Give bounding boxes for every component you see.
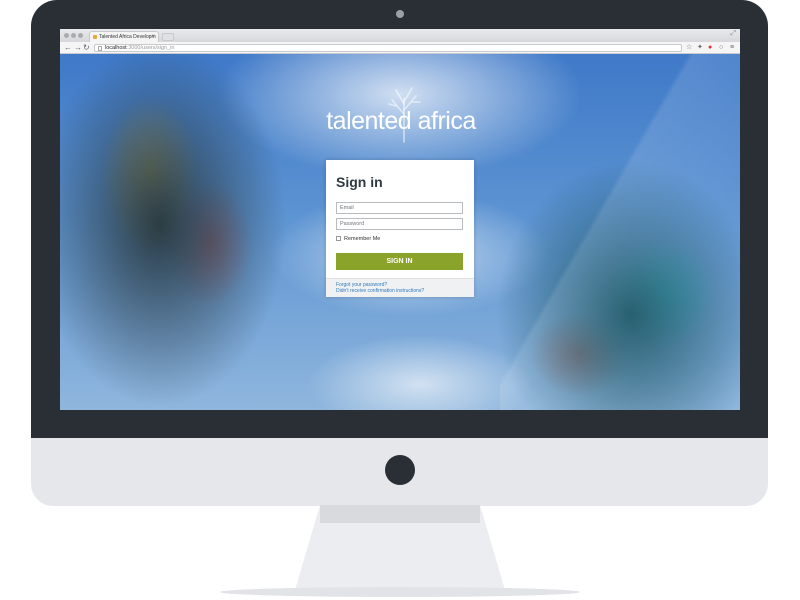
remember-me[interactable]: Remember Me [336,235,380,243]
confirmation-link[interactable]: Didn't receive confirmation instructions… [336,288,424,294]
monitor-base [220,587,580,597]
signin-title: Sign in [336,174,383,190]
email-field[interactable] [336,202,463,214]
screen-glare [500,54,740,410]
tab-strip: Talented Africa Developm × ⤢ [60,29,740,42]
minimize-window-icon[interactable] [71,33,76,38]
power-button [385,455,415,485]
close-window-icon[interactable] [64,33,69,38]
fullscreen-icon[interactable]: ⤢ [730,30,736,38]
signin-card: Sign in Remember Me SIGN IN Forgot your … [326,160,474,297]
stand-shadow [320,505,480,523]
password-field[interactable] [336,218,463,230]
back-icon[interactable]: ← [64,42,72,54]
remember-label: Remember Me [344,236,381,242]
signin-footer: Forgot your password? Didn't receive con… [326,278,474,297]
url-path: :3000/users/sign_in [126,45,175,51]
signin-button[interactable]: SIGN IN [336,253,463,270]
remember-checkbox[interactable] [336,236,341,242]
reload-icon[interactable]: ↻ [83,42,90,54]
favicon-icon [93,35,97,39]
url-host: localhost [105,45,127,51]
browser-tab[interactable]: Talented Africa Developm × [89,31,159,42]
forward-icon[interactable]: → [74,42,82,54]
page-background: talented africa Sign in Remember Me SIGN… [60,54,740,410]
browser-toolbar: ← → ↻ localhost:3000/users/sign_in ☆ ✦ ●… [60,42,740,54]
extension-icon[interactable]: ✦ [697,42,703,54]
address-bar[interactable]: localhost:3000/users/sign_in [94,44,682,52]
extension-icon[interactable]: ○ [719,42,723,54]
browser-window: Talented Africa Developm × ⤢ ← → ↻ local… [60,29,740,410]
tab-close-icon[interactable]: × [151,32,155,42]
extension-icon[interactable]: ● [708,42,712,54]
tab-title: Talented Africa Developm [99,34,156,40]
maximize-window-icon[interactable] [78,33,83,38]
page-icon [98,46,102,51]
camera-icon [396,10,404,18]
menu-icon[interactable]: ≡ [730,42,734,54]
star-icon[interactable]: ☆ [686,42,692,54]
new-tab-button[interactable] [162,33,174,41]
brand-logo: talented africa [326,107,476,135]
